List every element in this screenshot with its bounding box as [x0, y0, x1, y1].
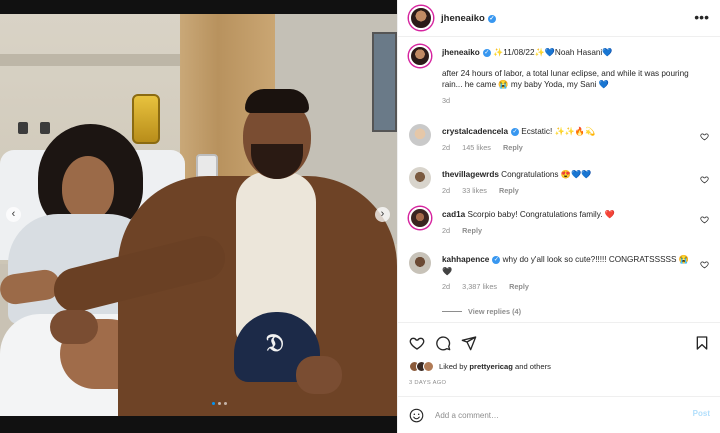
share-icon[interactable]	[461, 335, 477, 351]
comment-text: Scorpio baby! Congratulations family. ❤️	[467, 210, 615, 219]
comment-time: 2d	[442, 142, 451, 152]
caption-text: after 24 hours of labor, a total lunar e…	[442, 68, 689, 90]
comment-icon[interactable]	[435, 335, 451, 351]
avatar[interactable]	[409, 124, 431, 146]
view-replies-button[interactable]: View replies (4)	[442, 307, 521, 316]
avatar[interactable]	[409, 252, 431, 274]
comment-body: cad1a Scorpio baby! Congratulations fami…	[442, 209, 697, 236]
carousel-dot	[212, 402, 215, 405]
comment-time: 2d	[442, 185, 451, 195]
caption-meta: 3d	[442, 95, 697, 107]
comment-text: Congratulations 😍💙💙	[501, 170, 592, 179]
reply-button[interactable]: Reply	[503, 143, 523, 152]
photo-man-hand	[50, 310, 98, 344]
comment-meta: 2d 145 likes Reply	[442, 142, 697, 154]
post-side-panel: jheneaiko ✓ ••• jheneaiko ✓ ✨11/08/22✨💙Noa…	[397, 0, 720, 433]
comment-likes[interactable]: 145 likes	[462, 143, 491, 152]
more-icon[interactable]: •••	[694, 10, 709, 24]
avatar[interactable]	[409, 167, 431, 189]
photo-outlet	[18, 122, 28, 134]
post-header: jheneaiko ✓ •••	[398, 0, 720, 37]
photo-man-hair	[245, 89, 309, 113]
photo-outlet	[40, 122, 50, 134]
carousel-dot	[224, 402, 227, 405]
verified-badge-icon: ✓	[511, 128, 519, 136]
carousel-dot	[218, 402, 221, 405]
caption-time: 3d	[442, 95, 451, 105]
photo-cap-logo: 𝔇	[266, 331, 284, 357]
comment-body: kahhapence ✓ why do y'all look so cute?!!…	[442, 254, 697, 293]
comment-username[interactable]: crystalcadencela	[442, 127, 508, 136]
avatar[interactable]	[409, 6, 433, 30]
comment-time: 2d	[442, 282, 451, 291]
heart-icon[interactable]	[700, 260, 709, 269]
liked-by: Liked by prettyericag and others	[409, 361, 551, 372]
emoji-icon[interactable]	[409, 408, 424, 423]
reply-button[interactable]: Reply	[499, 186, 519, 195]
comment-body: crystalcadencela ✓ Ecstatic! ✨✨🔥💫 2d 145 …	[442, 126, 697, 153]
post-photo[interactable]: 𝔇	[0, 14, 397, 416]
comment-likes[interactable]: 33 likes	[462, 186, 487, 195]
heart-icon[interactable]	[409, 335, 425, 351]
comment-body: thevillagewrds Congratulations 😍💙💙 2d 33…	[442, 169, 697, 196]
liked-by-text: Liked by prettyericag and others	[439, 362, 551, 371]
heart-icon[interactable]	[700, 215, 709, 224]
heart-icon[interactable]	[700, 175, 709, 184]
comment-text: Ecstatic! ✨✨🔥💫	[521, 127, 596, 136]
bookmark-icon[interactable]	[694, 335, 710, 351]
next-arrow-icon[interactable]: ›	[375, 207, 390, 222]
verified-badge-icon: ✓	[487, 14, 496, 23]
comment-meta: 2d 3,387 likes Reply	[442, 281, 697, 293]
comment-username[interactable]: cad1a	[442, 210, 465, 219]
view-replies-line	[442, 311, 462, 312]
comment-meta: 2d Reply	[442, 225, 697, 237]
action-bar: Liked by prettyericag and others 3 DAYS …	[398, 322, 720, 392]
view-replies-label: View replies (4)	[468, 307, 521, 316]
photo-woman-face	[62, 156, 114, 220]
verified-badge-icon: ✓	[482, 49, 491, 57]
carousel-dots	[212, 402, 227, 405]
post-button[interactable]: Post	[693, 409, 710, 418]
photo-iv-bag	[132, 94, 160, 144]
heart-icon[interactable]	[700, 132, 709, 141]
caption-body: jheneaiko ✓ ✨11/08/22✨💙Noah Hasani💙 after…	[442, 47, 697, 106]
avatar[interactable]	[423, 361, 434, 372]
comment-username[interactable]: thevillagewrds	[442, 170, 499, 179]
reply-button[interactable]: Reply	[462, 226, 482, 235]
comments-list: jheneaiko ✓ ✨11/08/22✨💙Noah Hasani💙 after…	[398, 37, 720, 322]
photo-bg-rail	[0, 54, 190, 66]
prev-arrow-icon[interactable]: ‹	[6, 207, 21, 222]
photo-man-hand	[296, 356, 342, 394]
header-username[interactable]: jheneaiko ✓	[441, 13, 496, 24]
verified-badge-icon: ✓	[492, 256, 501, 264]
comment-likes[interactable]: 3,387 likes	[462, 282, 497, 291]
caption-line1: ✨11/08/22✨💙Noah Hasani💙	[493, 48, 613, 57]
photo-bg-monitor	[372, 32, 397, 132]
avatar[interactable]	[409, 45, 431, 67]
caption-username[interactable]: jheneaiko	[442, 48, 480, 57]
liked-by-user[interactable]: prettyericag	[469, 362, 512, 371]
avatar[interactable]	[409, 207, 431, 229]
comment-input[interactable]	[435, 408, 665, 423]
comment-time: 2d	[442, 225, 451, 235]
post-media: 𝔇 ‹ ›	[0, 0, 397, 433]
reply-button[interactable]: Reply	[509, 282, 529, 291]
comment-meta: 2d 33 likes Reply	[442, 185, 697, 197]
post-date: 3 DAYS AGO	[409, 380, 447, 386]
comment-username[interactable]: kahhapence	[442, 255, 489, 264]
comment-box: Post	[398, 396, 720, 433]
